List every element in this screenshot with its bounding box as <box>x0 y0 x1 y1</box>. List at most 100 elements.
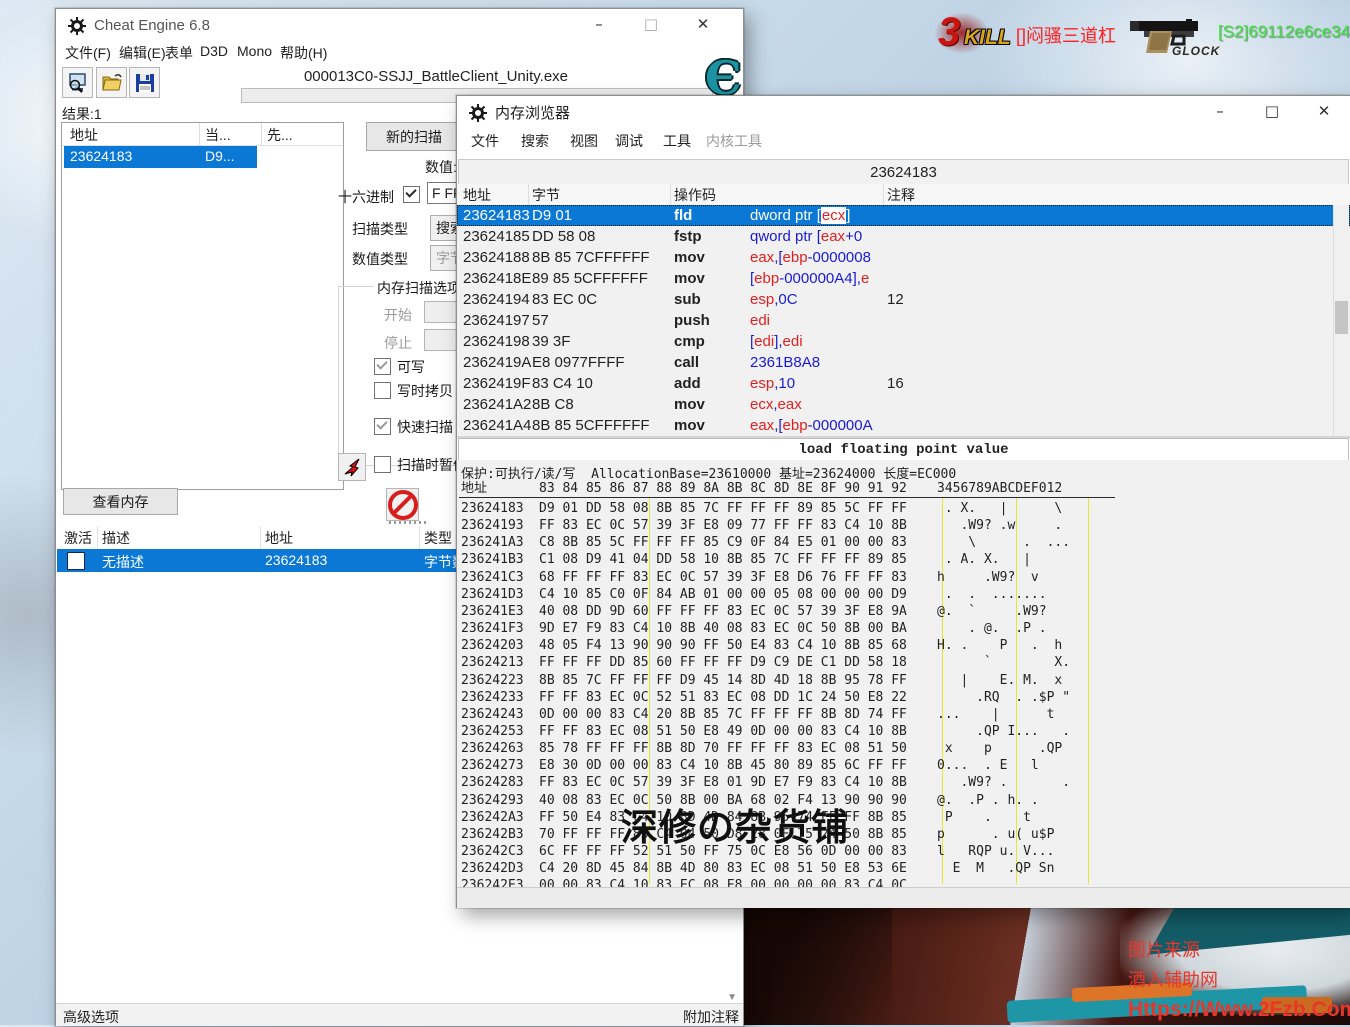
disassembly-view[interactable]: 23624183D9 01flddword ptr [ecx]23624185D… <box>457 205 1350 436</box>
disasm-row[interactable]: 2362419757pushedi <box>457 310 1350 331</box>
hex-dump-view[interactable]: 保护:可执行/读/写 AllocationBase=23610000 基址=23… <box>457 460 1350 887</box>
hex-row[interactable]: 23624183D9 01 DD 58 08 8B 85 7C FF FF FF… <box>461 500 1350 517</box>
ce-menubar: 文件(F) 编辑(E) 表单 D3D Mono 帮助(H) <box>56 41 743 64</box>
found-address-list[interactable]: 地址 当... 先... 23624183 D9... <box>61 122 344 490</box>
hex-ascii: x p .QP <box>937 740 1062 757</box>
select-process-button[interactable] <box>62 67 93 98</box>
disasm-row[interactable]: 236241888B 85 7CFFFFFFmoveax,[ebp-000000… <box>457 247 1350 268</box>
cancel-scan-button[interactable] <box>386 488 419 521</box>
hex-row[interactable]: 236242C36C FF FF FF 52 51 50 FF 75 0C E8… <box>461 843 1350 860</box>
found-row[interactable]: 23624183 D9... <box>62 146 343 168</box>
mv-maximize-button[interactable]: □ <box>1246 96 1298 126</box>
ce-menu-d3d[interactable]: D3D <box>200 43 228 59</box>
disasm-row[interactable]: 2362419839 3Fcmp[edi],edi <box>457 331 1350 352</box>
hex-row[interactable]: 236242430D 00 00 83 C4 20 8B 85 7C FF FF… <box>461 706 1350 723</box>
new-scan-button[interactable]: 新的扫描 <box>366 122 462 151</box>
pause-while-scanning-checkbox[interactable] <box>374 456 391 473</box>
undo-scan-button[interactable] <box>338 453 366 481</box>
ce-menu-table[interactable]: 表单 <box>165 43 193 63</box>
hex-row[interactable]: 2362420348 05 F4 13 90 90 90 FF 50 E4 83… <box>461 637 1350 654</box>
disasm-opcode: mov <box>674 415 705 436</box>
writable-checkbox[interactable] <box>374 358 391 375</box>
hex-row[interactable]: 2362429340 08 83 EC 0C 50 8B 00 BA 68 02… <box>461 792 1350 809</box>
hex-row[interactable]: 236242B370 FF FF FF 83 C4 04 50 D8 28 0F… <box>461 826 1350 843</box>
hex-row[interactable]: 236241D3C4 10 85 C0 0F 84 AB 01 00 00 05… <box>461 586 1350 603</box>
hex-row[interactable]: 23624273E8 30 0D 00 00 83 C4 10 8B 45 80… <box>461 757 1350 774</box>
disasm-scrollbar-thumb[interactable] <box>1335 301 1348 334</box>
disasm-row[interactable]: 2362418E89 85 5CFFFFFFmov[ebp-000000A4],… <box>457 268 1350 289</box>
hex-row[interactable]: 236242E300 00 83 C4 10 83 EC 08 E8 00 00… <box>461 877 1350 887</box>
mv-close-button[interactable]: ✕ <box>1298 96 1350 126</box>
disasm-scrollbar[interactable] <box>1333 205 1349 436</box>
disasm-row[interactable]: 23624183D9 01flddword ptr [ecx] <box>457 205 1350 226</box>
hex-row[interactable]: 23624253FF FF 83 EC 08 51 50 E8 49 0D 00… <box>461 723 1350 740</box>
disasm-row[interactable]: 236241A48B 85 5CFFFFFFmoveax,[ebp-000000… <box>457 415 1350 436</box>
mv-menu-search[interactable]: 搜索 <box>521 131 549 151</box>
disasm-col-comment[interactable]: 注释 <box>887 185 915 205</box>
ce-maximize-button[interactable]: □ <box>625 9 677 39</box>
disasm-row[interactable]: 2362419483 EC 0Csubesp,0C12 <box>457 289 1350 310</box>
mv-menu-kernel-tools[interactable]: 内核工具 <box>706 131 762 151</box>
hex-row[interactable]: 236242D3C4 20 8D 45 84 8B 4D 80 83 EC 08… <box>461 860 1350 877</box>
ce-titlebar[interactable]: Cheat Engine 6.8 – □ ✕ <box>56 9 743 42</box>
mv-menu-view[interactable]: 视图 <box>570 131 598 151</box>
mv-minimize-button[interactable]: – <box>1194 96 1246 126</box>
disasm-col-opcode[interactable]: 操作码 <box>674 185 716 205</box>
hex-row[interactable]: 236242238B 85 7C FF FF FF D9 45 14 8D 4D… <box>461 672 1350 689</box>
ct-col-address[interactable]: 地址 <box>265 528 293 548</box>
ce-menu-help[interactable]: 帮助(H) <box>280 43 327 63</box>
hex-row[interactable]: 236241A3C8 8B 85 5C FF FF FF 85 C9 0F 84… <box>461 534 1350 551</box>
found-col-previous[interactable]: 先... <box>267 125 293 145</box>
disasm-row[interactable]: 2362419F83 C4 10addesp,1016 <box>457 373 1350 394</box>
ce-minimize-button[interactable]: – <box>573 9 625 39</box>
ct-col-description[interactable]: 描述 <box>102 528 130 548</box>
hex-row[interactable]: 236241E340 08 DD 9D 60 FF FF FF 83 EC 0C… <box>461 603 1350 620</box>
open-table-button[interactable] <box>96 67 127 98</box>
hex-row[interactable]: 23624283FF 83 EC 0C 57 39 3F E8 01 9D E7… <box>461 774 1350 791</box>
victim-name: []闷骚三道杠 <box>1016 22 1116 48</box>
mv-titlebar[interactable]: 内存浏览器 – □ ✕ <box>457 96 1350 129</box>
disasm-col-address[interactable]: 地址 <box>463 185 491 205</box>
disasm-bytes: 83 EC 0C <box>532 289 597 310</box>
mv-menu-file[interactable]: 文件 <box>471 131 499 151</box>
ce-menu-edit[interactable]: 编辑(E) <box>119 43 166 63</box>
copy-on-write-checkbox[interactable] <box>374 382 391 399</box>
found-row-address: 23624183 <box>70 148 132 164</box>
hex-bytes: C4 20 8D 45 84 8B 4D 80 83 EC 08 51 50 E… <box>539 860 907 877</box>
ce-close-button[interactable]: ✕ <box>677 9 729 39</box>
select-process-icon <box>67 72 89 94</box>
hex-row[interactable]: 236241F39D E7 F9 83 C4 10 8B 40 08 83 EC… <box>461 620 1350 637</box>
disasm-col-bytes[interactable]: 字节 <box>532 185 560 205</box>
hex-row[interactable]: 236241B3C1 08 D9 41 04 DD 58 10 8B 85 7C… <box>461 551 1350 568</box>
ce-menu-file[interactable]: 文件(F) <box>65 43 111 63</box>
cheat-row-active-checkbox[interactable] <box>67 552 85 570</box>
splitter-handle[interactable] <box>389 521 429 524</box>
table-scroll-down-arrow[interactable]: ▼ <box>727 992 737 1003</box>
hex-row[interactable]: 236242A3FF 50 E4 83 C4 10 8D 4D 84 8B 95… <box>461 809 1350 826</box>
comments-link[interactable]: 附加注释 <box>683 1007 739 1027</box>
mv-menu-debug[interactable]: 调试 <box>615 131 643 151</box>
hex-row[interactable]: 23624213FF FF FF DD 85 60 FF FF FF D9 C9… <box>461 654 1350 671</box>
found-col-current[interactable]: 当... <box>205 125 231 145</box>
disasm-row[interactable]: 23624185DD 58 08fstpqword ptr [eax+0 <box>457 226 1350 247</box>
fast-scan-checkbox[interactable] <box>374 418 391 435</box>
advanced-options-link[interactable]: 高级选项 <box>63 1007 119 1027</box>
disasm-row[interactable]: 236241A28B C8movecx,eax <box>457 394 1350 415</box>
hex-row[interactable]: 236241C368 FF FF FF 83 EC 0C 57 39 3F E8… <box>461 569 1350 586</box>
view-memory-button[interactable]: 查看内存 <box>63 488 178 515</box>
hex-row[interactable]: 23624233FF FF 83 EC 0C 52 51 83 EC 08 DD… <box>461 689 1350 706</box>
ct-col-type[interactable]: 类型 <box>424 528 452 548</box>
hex-address: 236241A3 <box>461 534 524 551</box>
hex-row[interactable]: 23624193FF 83 EC 0C 57 39 3F E8 09 77 FF… <box>461 517 1350 534</box>
ct-col-active[interactable]: 激活 <box>64 528 92 548</box>
start-label: 开始 <box>384 305 412 325</box>
found-col-address[interactable]: 地址 <box>70 125 98 145</box>
save-table-button[interactable] <box>129 67 160 98</box>
hex-checkbox[interactable] <box>403 186 420 203</box>
ce-menu-mono[interactable]: Mono <box>237 43 272 59</box>
mv-menu-tools[interactable]: 工具 <box>663 131 691 151</box>
disasm-row[interactable]: 2362419AE8 0977FFFFcall2361B8A8 <box>457 352 1350 373</box>
hex-row[interactable]: 2362426385 78 FF FF FF 8B 8D 70 FF FF FF… <box>461 740 1350 757</box>
mv-address-bar[interactable]: 23624183 <box>458 159 1349 186</box>
hex-address: 236242E3 <box>461 877 524 887</box>
